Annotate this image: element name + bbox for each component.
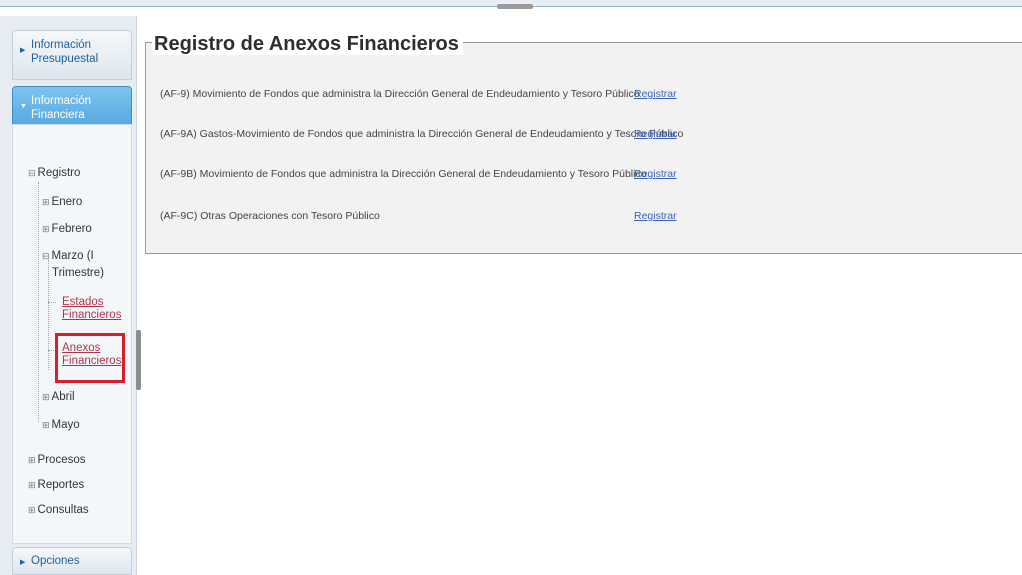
accordion-label: Información [31,95,92,107]
tree-node-label: Registro [37,167,81,179]
anexos-fieldset [145,42,1022,254]
accordion-label: Presupuestal [31,53,99,65]
tree-node-label: Procesos [37,454,86,466]
registrar-link-af9a[interactable]: Registrar [634,128,677,140]
tree-node-reportes[interactable]: ⊞ Reportes [28,478,84,492]
accordion-label: Opciones [31,555,80,567]
chevron-right-icon: ▶ [20,559,26,566]
tree-node-marzo[interactable]: ⊟ Marzo (I [42,249,94,263]
tree-node-procesos[interactable]: ⊞ Procesos [28,453,85,467]
plus-icon[interactable]: ⊞ [28,480,36,490]
annex-row-label: (AF-9B) Movimiento de Fondos que adminis… [160,168,647,180]
plus-icon[interactable]: ⊞ [42,224,50,234]
tree-leaf-estados-financieros[interactable]: Estados Financieros [62,296,121,322]
tree-node-mayo[interactable]: ⊞ Mayo [42,418,80,432]
tree-node-label: Abril [51,391,75,403]
tree-leaf-label: Financieros [62,309,122,321]
tree-node-label: Consultas [37,504,89,516]
plus-icon[interactable]: ⊞ [28,455,36,465]
tree-node-label: Marzo (I [51,250,94,262]
annex-row-label: (AF-9C) Otras Operaciones con Tesoro Púb… [160,210,380,222]
tree-node-label: Enero [51,196,83,208]
tree-node-marzo-line2: Trimestre) [52,267,104,279]
minus-icon[interactable]: ⊟ [42,251,50,261]
page-title: Registro de Anexos Financieros [152,33,463,55]
tree-scrollbar[interactable] [136,330,141,390]
accordion-label: Información [31,39,92,51]
tree-node-registro[interactable]: ⊟ Registro [28,166,80,180]
tree-node-consultas[interactable]: ⊞ Consultas [28,503,89,517]
tree-guide-line [48,302,56,303]
annex-row-label: (AF-9) Movimiento de Fondos que administ… [160,88,640,100]
registrar-link-af9c[interactable]: Registrar [634,210,677,222]
tree-node-febrero[interactable]: ⊞ Febrero [42,222,92,236]
tree-node-enero[interactable]: ⊞ Enero [42,195,82,209]
tree-leaf-label: Estados [62,296,104,308]
plus-icon[interactable]: ⊞ [28,505,36,515]
minus-icon[interactable]: ⊟ [28,168,36,178]
annex-row-label: (AF-9A) Gastos-Movimiento de Fondos que … [160,128,684,140]
selection-highlight-box [55,333,125,383]
tree-node-label: Reportes [37,479,85,491]
tree-guide-line [38,182,39,422]
plus-icon[interactable]: ⊞ [42,420,50,430]
top-splitter-handle[interactable] [497,4,533,9]
tree-guide-line [48,260,49,370]
tree-node-label: Mayo [51,419,80,431]
chevron-down-icon: ▼ [20,103,27,110]
tree-node-label: Febrero [51,223,92,235]
plus-icon[interactable]: ⊞ [42,392,50,402]
accordion-opciones[interactable]: ▶ Opciones [12,547,132,575]
chevron-right-icon: ▶ [20,47,26,54]
plus-icon[interactable]: ⊞ [42,197,50,207]
tree-node-abril[interactable]: ⊞ Abril [42,390,75,404]
registrar-link-af9b[interactable]: Registrar [634,168,677,180]
registrar-link-af9[interactable]: Registrar [634,88,677,100]
accordion-label: Financiera [31,109,85,121]
accordion-informacion-presupuestal[interactable]: ▶ Información Presupuestal [12,30,132,80]
